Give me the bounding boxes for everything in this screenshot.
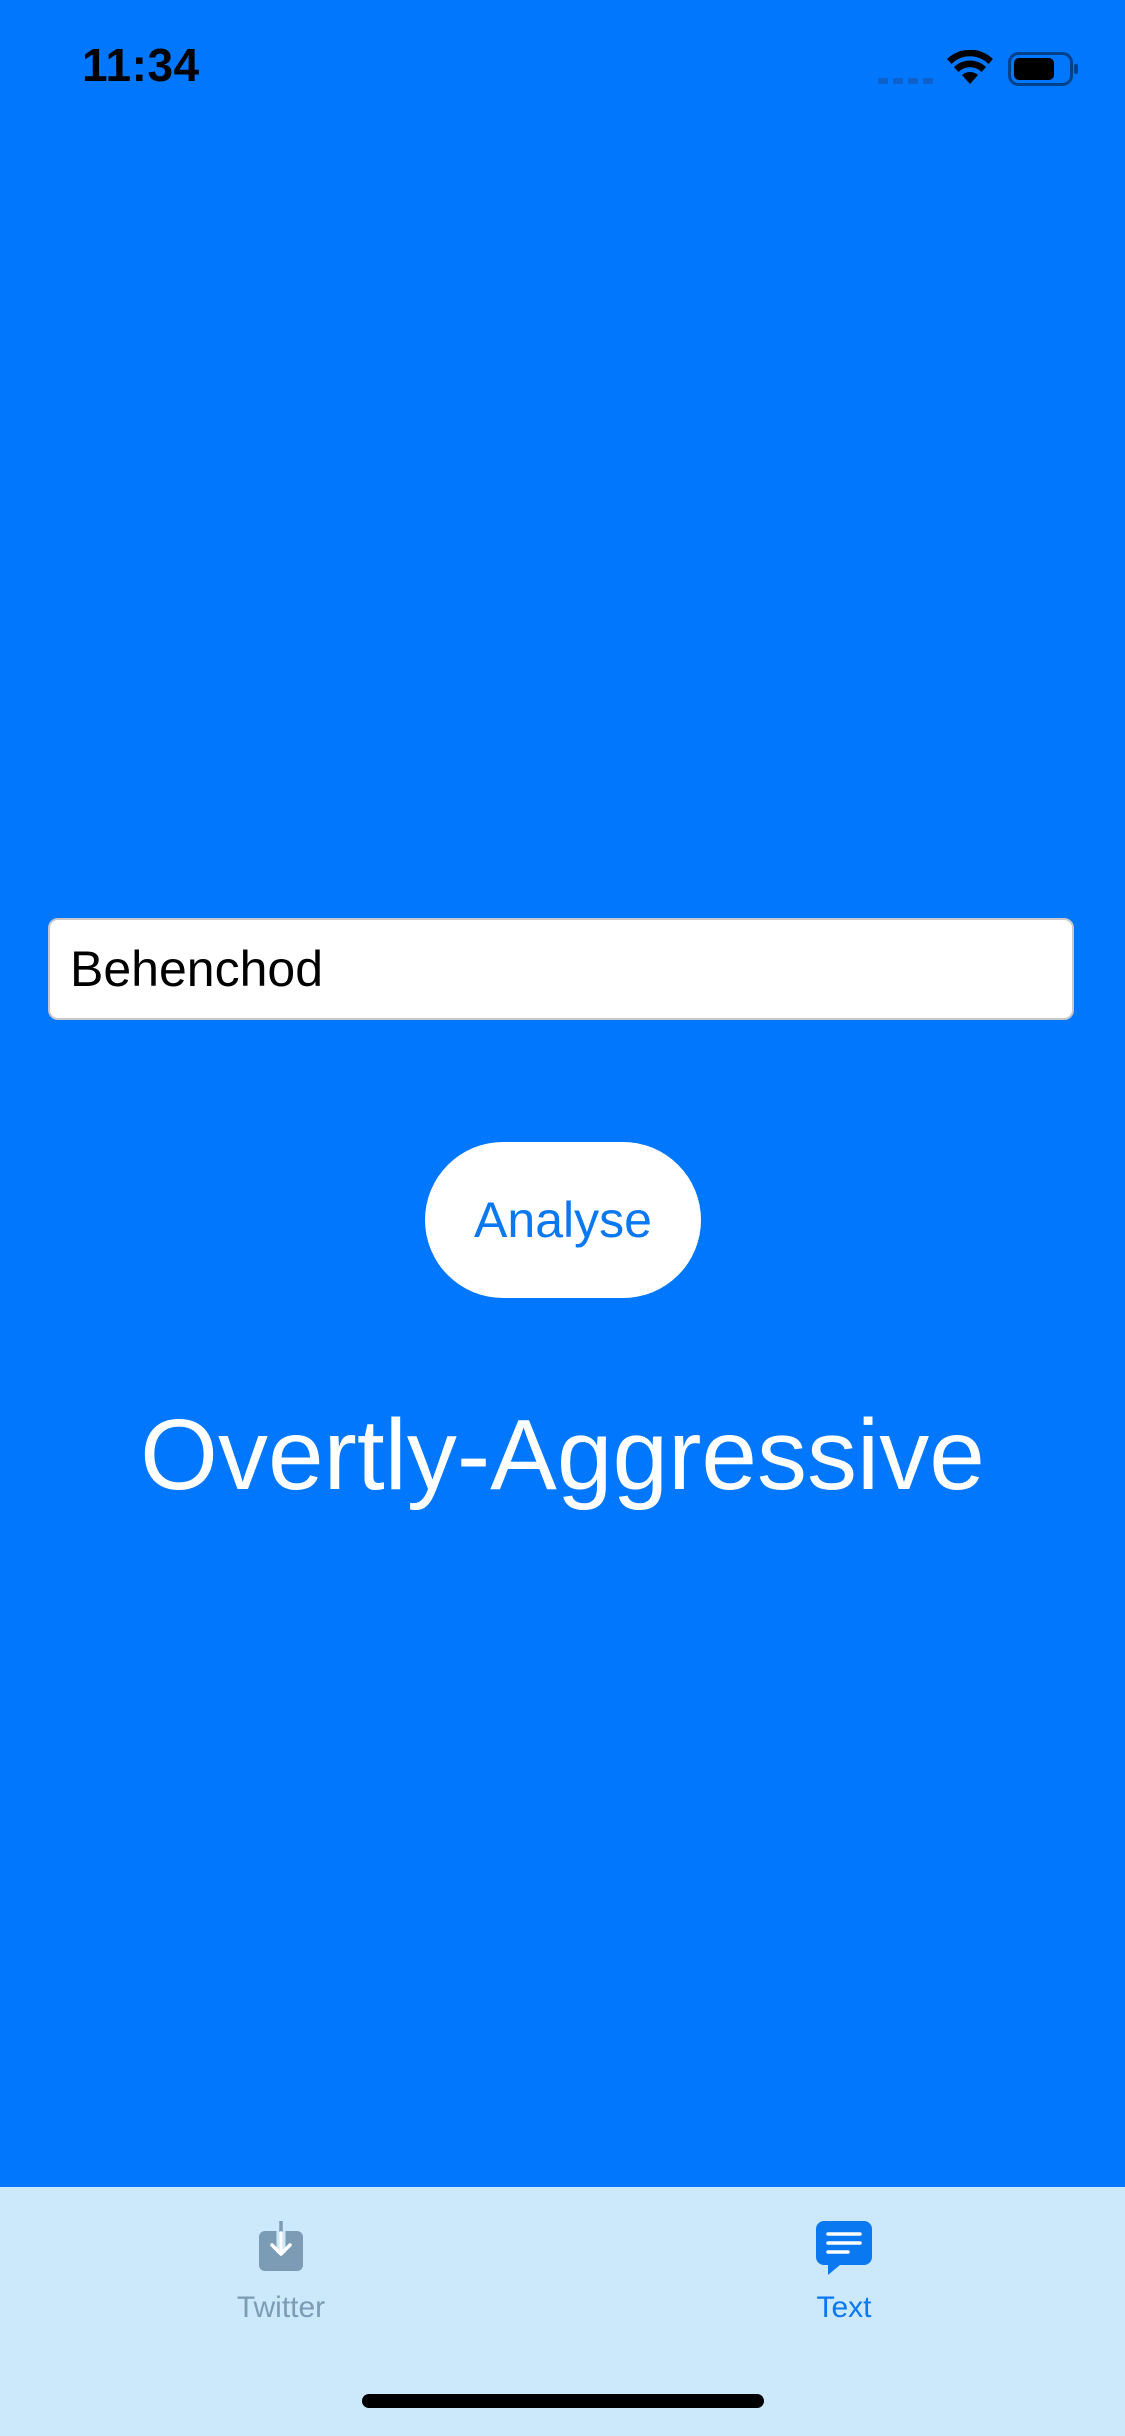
message-bubble-icon — [816, 2221, 872, 2275]
tab-text-label: Text — [816, 2291, 872, 2324]
text-input[interactable] — [48, 918, 1074, 1020]
result-label: Overtly-Aggressive — [140, 1399, 985, 1511]
status-bar: 11:34 — [0, 0, 1125, 140]
cellular-signal-icon — [878, 78, 933, 84]
wifi-icon — [947, 50, 993, 84]
tab-twitter-label: Twitter — [236, 2291, 326, 2324]
battery-icon — [1008, 52, 1078, 86]
status-time: 11:34 — [82, 39, 200, 91]
tab-text[interactable]: Text — [694, 2187, 994, 2367]
analyse-button[interactable]: Analyse — [425, 1142, 701, 1298]
tab-twitter[interactable]: Twitter — [131, 2187, 431, 2367]
inbox-download-icon — [259, 2219, 303, 2271]
home-indicator — [362, 2394, 764, 2408]
